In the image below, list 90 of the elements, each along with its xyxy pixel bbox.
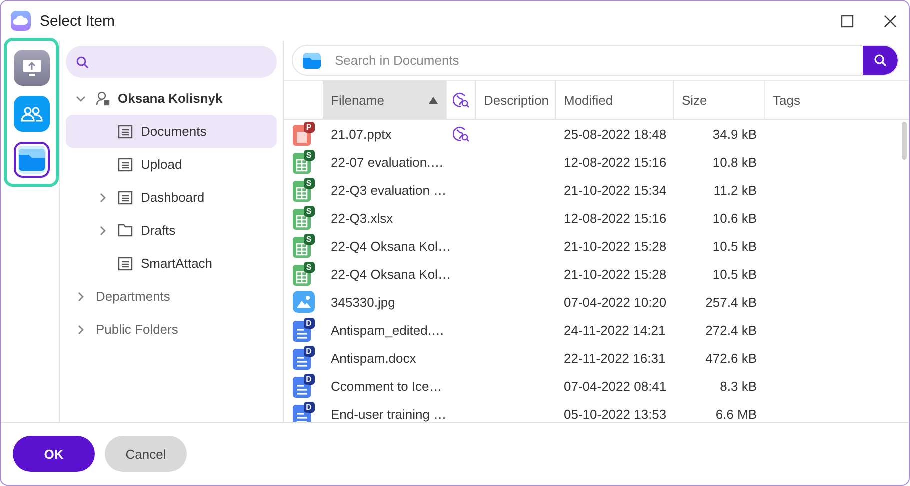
search-icon (76, 56, 89, 68)
column-header[interactable]: Size (674, 81, 765, 119)
modified-cell-text: 21-10-2022 15:34 (563, 182, 668, 198)
file-row[interactable]: D Ccomment to Ice… 07-04-2022 08:41 8.3 kB (284, 372, 909, 400)
modified-cell-text: 07-04-2022 08:41 (563, 378, 668, 394)
size-cell-text: 10.6 kB (712, 210, 758, 226)
chevron-right-icon[interactable] (98, 192, 108, 202)
cloud-app-icon (11, 11, 31, 31)
tree-item[interactable]: Documents (66, 115, 277, 148)
filename-cell-text: 345330.jpg (330, 294, 396, 310)
search-icon (874, 54, 887, 67)
filename-cell-text: 22-Q4 Oksana Kol… (330, 266, 447, 282)
source-button[interactable] (14, 50, 50, 86)
folder-icon (18, 148, 46, 172)
size-cell-text: 10.5 kB (712, 238, 758, 254)
cancel-button[interactable]: Cancel (105, 436, 187, 472)
modified-cell-text: 21-10-2022 15:28 (563, 266, 668, 282)
globe-search-icon (453, 126, 470, 142)
tree-item[interactable]: Dashboard (66, 181, 277, 214)
filename-cell-text: 22-Q4 Oksana Kol… (330, 238, 447, 254)
user-icon (96, 91, 110, 106)
size-cell-text: 10.8 kB (712, 154, 758, 170)
chevron-down-icon[interactable] (76, 94, 86, 104)
modified-cell-text: 22-11-2022 16:31 (563, 350, 667, 366)
size-cell-text: 34.9 kB (712, 126, 758, 142)
document-list-icon (118, 158, 133, 172)
folder-icon (303, 52, 321, 68)
modified-cell-text: 07-04-2022 10:20 (563, 294, 668, 310)
window-title: Select Item (40, 12, 116, 30)
size-cell-text: 10.5 kB (712, 266, 758, 282)
document-list-icon (118, 190, 133, 204)
filename-cell-text: Ccomment to Ice… (330, 378, 444, 394)
tree-item[interactable]: Upload (66, 148, 277, 181)
size-cell-text: 6.6 MB (714, 406, 758, 422)
image-file-icon (292, 291, 314, 313)
file-row[interactable]: S 22-Q3.xlsx 12-08-2022 15:16 10.6 kB (284, 204, 909, 232)
folder-search-field[interactable] (66, 46, 277, 78)
document-list-icon (118, 124, 133, 138)
chevron-right-icon[interactable] (76, 324, 86, 334)
search-bar[interactable]: Search in Documents (292, 45, 899, 76)
modified-cell-text: 12-08-2022 15:16 (563, 210, 668, 226)
filename-cell-text: Antispam.docx (330, 350, 418, 366)
ok-button[interactable]: OK (13, 436, 95, 472)
column-header[interactable]: Tags (765, 81, 909, 119)
file-row[interactable]: P 21.07.pptx 25-08-2022 18:48 34.9 kB (284, 120, 909, 148)
chevron-right-icon[interactable] (98, 226, 108, 236)
monitor-upload-icon (22, 58, 42, 78)
file-row[interactable]: S 22-07 evaluation.… 12-08-2022 15:16 10.8 kB (284, 148, 909, 176)
maximize-icon[interactable] (841, 14, 854, 28)
users-icon (20, 106, 42, 122)
file-row[interactable]: S 22-Q4 Oksana Kol… 21-10-2022 15:28 10.5 kB (284, 260, 909, 288)
filename-cell-text: Antispam_edited.… (330, 322, 446, 338)
filename-cell-text: 22-Q3 evaluation … (330, 182, 447, 198)
file-row[interactable]: D Antispam.docx 22-11-2022 16:31 472.6 kB (284, 344, 909, 372)
modified-cell-text: 12-08-2022 15:16 (563, 154, 668, 170)
tree-item[interactable]: SmartAttach (66, 247, 277, 280)
folder-icon (118, 224, 133, 237)
filename-cell-text: 21.07.pptx (330, 126, 393, 142)
size-cell-text: 11.2 kB (712, 182, 758, 198)
tree-item[interactable]: Departments (66, 280, 277, 313)
source-button[interactable] (14, 142, 50, 178)
modified-cell-text: 21-10-2022 15:28 (563, 238, 668, 254)
size-cell-text: 272.4 kB (704, 322, 758, 338)
search-button[interactable] (863, 46, 898, 75)
column-header[interactable]: Modified (556, 81, 674, 119)
file-row[interactable]: 345330.jpg 07-04-2022 10:20 257.4 kB (284, 288, 909, 316)
scrollbar-thumb[interactable] (902, 122, 907, 160)
filename-cell-text: 22-07 evaluation.… (330, 154, 445, 170)
file-row[interactable]: D Antispam_edited.… 24-11-2022 14:21 272.4 kB (284, 316, 909, 344)
modified-cell-text: 24-11-2022 14:21 (563, 322, 667, 338)
column-header[interactable]: Filename (323, 81, 447, 119)
file-row[interactable]: D End-user training … 05-10-2022 13:53 6.6 MB (284, 400, 909, 422)
filename-cell-text: 22-Q3.xlsx (330, 210, 394, 226)
sort-ascending-icon (429, 96, 438, 104)
file-row[interactable]: S 22-Q3 evaluation … 21-10-2022 15:34 11.2 kB (284, 176, 909, 204)
modified-cell-text: 25-08-2022 18:48 (563, 126, 668, 142)
modified-cell-text: 05-10-2022 13:53 (563, 406, 668, 422)
close-icon[interactable] (884, 14, 897, 28)
size-cell-text: 8.3 kB (719, 378, 758, 394)
column-header[interactable]: Description (476, 81, 556, 119)
globe-search-icon (452, 92, 470, 108)
file-row[interactable]: S 22-Q4 Oksana Kol… 21-10-2022 15:28 10.5 kB (284, 232, 909, 260)
chevron-right-icon[interactable] (76, 292, 86, 302)
tree-item[interactable]: Public Folders (66, 313, 277, 346)
tree-item[interactable]: Oksana Kolisnyk (66, 82, 277, 115)
document-list-icon (118, 256, 133, 270)
tree-item[interactable]: Drafts (66, 214, 277, 247)
size-cell-text: 257.4 kB (704, 294, 758, 310)
size-cell-text: 472.6 kB (704, 350, 758, 366)
filename-cell-text: End-user training … (330, 406, 447, 422)
